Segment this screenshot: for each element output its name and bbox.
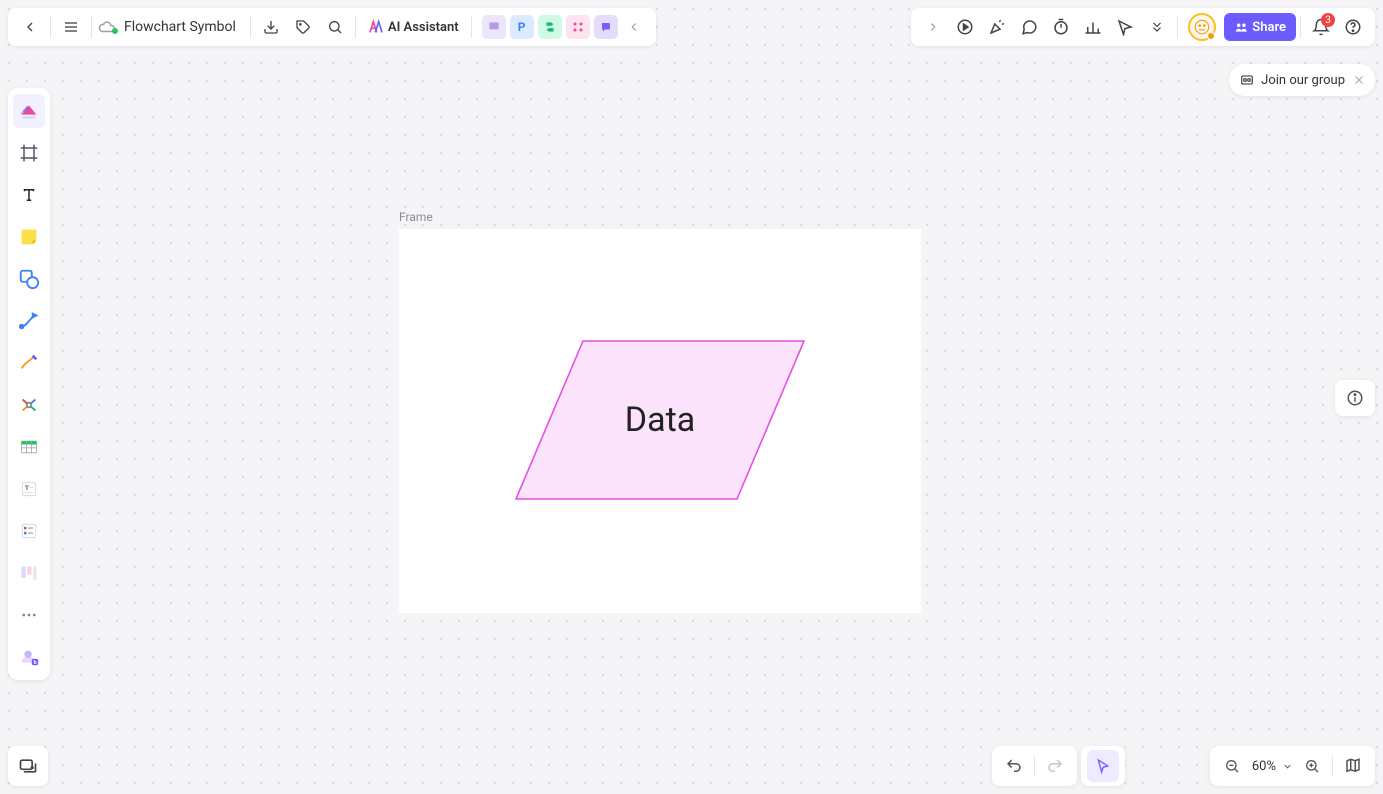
app-chip-5[interactable] [594, 15, 618, 39]
search-button[interactable] [319, 11, 351, 43]
zoom-out-button[interactable] [1216, 750, 1248, 782]
app-chip-1[interactable] [482, 15, 506, 39]
close-join-pill[interactable] [1351, 72, 1367, 88]
join-group-label: Join our group [1261, 73, 1345, 88]
undo-redo-panel [992, 746, 1077, 786]
share-button[interactable]: Share [1224, 13, 1296, 41]
svg-text:T: T [25, 484, 29, 492]
app-chip-4[interactable] [566, 15, 590, 39]
tool-rail: T b [8, 88, 50, 680]
tag-button[interactable] [287, 11, 319, 43]
zoom-in-button[interactable] [1296, 750, 1328, 782]
comment-button[interactable] [1013, 11, 1045, 43]
collapse-apps-button[interactable] [618, 11, 650, 43]
layers-button[interactable] [8, 746, 48, 786]
pointer-panel [1081, 746, 1125, 786]
tool-more[interactable] [13, 598, 45, 632]
help-button[interactable] [1337, 11, 1369, 43]
tool-kanban[interactable] [13, 556, 45, 590]
notifications-button[interactable]: 3 [1305, 11, 1337, 43]
pointer-mode-button[interactable] [1109, 11, 1141, 43]
zoom-panel: 60% [1210, 746, 1375, 786]
expand-tools-button[interactable] [917, 11, 949, 43]
app-chip-2[interactable]: P [510, 15, 534, 39]
ai-assistant-label: AI Assistant [388, 20, 459, 35]
app-chips: P [482, 15, 618, 39]
minimap-button[interactable] [1337, 750, 1369, 782]
undo-button[interactable] [998, 750, 1030, 782]
group-icon [1239, 72, 1255, 88]
data-shape-text: Data [515, 340, 805, 500]
redo-button[interactable] [1039, 750, 1071, 782]
back-button[interactable] [14, 11, 46, 43]
notification-badge: 3 [1321, 13, 1335, 27]
join-group-pill[interactable]: Join our group [1229, 64, 1375, 96]
ai-assistant-button[interactable]: AI Assistant [360, 19, 467, 35]
tool-ai-generate[interactable]: b [13, 640, 45, 674]
topbar-right: Share 3 [911, 8, 1375, 46]
tool-list[interactable] [13, 514, 45, 548]
ai-logo-icon [368, 19, 384, 35]
zoom-dropdown[interactable] [1278, 750, 1296, 782]
user-avatar[interactable] [1188, 13, 1216, 41]
tool-text[interactable] [13, 178, 45, 212]
frame-label[interactable]: Frame [399, 210, 433, 224]
select-tool-button[interactable] [1087, 750, 1119, 782]
data-shape[interactable]: Data [515, 340, 805, 500]
tool-pen[interactable] [13, 346, 45, 380]
share-icon [1234, 20, 1248, 34]
doc-title-area[interactable]: Flowchart Symbol [96, 11, 246, 43]
import-button[interactable] [255, 11, 287, 43]
close-icon [1353, 74, 1365, 86]
menu-button[interactable] [55, 11, 87, 43]
tool-sticky-note[interactable] [13, 220, 45, 254]
play-button[interactable] [949, 11, 981, 43]
tool-templates[interactable] [13, 94, 45, 128]
svg-text:b: b [34, 660, 37, 666]
document-title: Flowchart Symbol [124, 19, 236, 35]
info-icon [1346, 389, 1364, 407]
tool-frame[interactable] [13, 136, 45, 170]
app-chip-3[interactable] [538, 15, 562, 39]
tool-mindmap[interactable] [13, 388, 45, 422]
tool-shapes[interactable] [13, 262, 45, 296]
tool-table[interactable] [13, 430, 45, 464]
tool-connector[interactable] [13, 304, 45, 338]
vote-button[interactable] [1077, 11, 1109, 43]
share-label: Share [1252, 20, 1286, 35]
zoom-level[interactable]: 60% [1248, 759, 1278, 774]
tool-note[interactable]: T [13, 472, 45, 506]
topbar-left: Flowchart Symbol AI Assistant P [8, 8, 656, 46]
timer-button[interactable] [1045, 11, 1077, 43]
frame[interactable]: Data [399, 229, 921, 613]
more-tools-button[interactable] [1141, 11, 1173, 43]
info-button[interactable] [1335, 380, 1375, 416]
celebrate-button[interactable] [981, 11, 1013, 43]
